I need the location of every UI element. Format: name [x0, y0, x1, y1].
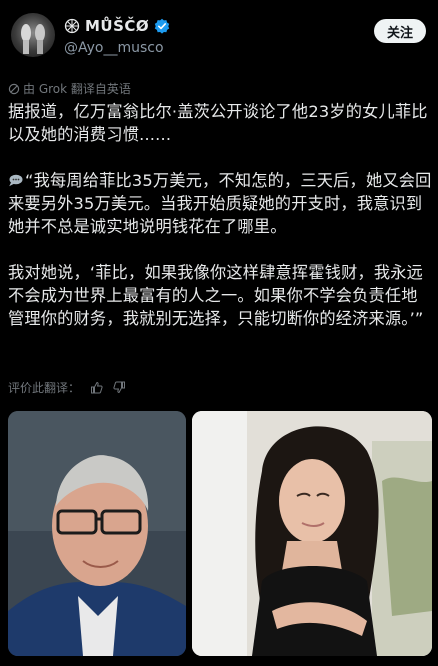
post-paragraph-3: 我对她说，‘菲比，如果我像你这样肆意挥霍钱财，我永远不会成为世界上最富有的人之一… [8, 263, 424, 328]
translation-note[interactable]: 由 Grok 翻译自英语 [8, 80, 131, 97]
grok-icon [8, 83, 20, 95]
post-paragraph-1: 据报道，亿万富翁比尔·盖茨公开谈论了他23岁的女儿菲比以及她的消费习惯.....… [8, 102, 428, 144]
musco-logo-icon [64, 18, 80, 34]
rate-translation-row: 评价此翻译： [8, 379, 126, 396]
media-photo-left[interactable] [8, 411, 186, 656]
name-row: MŮŠČØ [64, 16, 170, 36]
speech-bubble-icon [8, 170, 23, 187]
translation-note-text: 由 Grok 翻译自英语 [23, 82, 131, 96]
post-text: 据报道，亿万富翁比尔·盖茨公开谈论了他23岁的女儿菲比以及她的消费习惯.....… [8, 100, 434, 330]
thumbs-down-icon[interactable] [113, 381, 126, 394]
post-header: MŮŠČØ @Ayo__musco 关注 [0, 0, 438, 78]
media-photo-right[interactable] [192, 411, 432, 656]
post-paragraph-2-wrap: “我每周给菲比35万美元，不知怎的，三天后，她又会回来要另外35万美元。当我开始… [8, 169, 434, 238]
rate-translation-label: 评价此翻译： [8, 381, 81, 395]
post-paragraph-2: “我每周给菲比35万美元，不知怎的，三天后，她又会回来要另外35万美元。当我开始… [8, 171, 432, 236]
follow-button[interactable]: 关注 [374, 19, 426, 43]
display-name[interactable]: MŮŠČØ [85, 17, 149, 35]
thumbs-up-icon[interactable] [90, 381, 103, 394]
handle[interactable]: @Ayo__musco [64, 40, 164, 56]
verified-badge-icon [154, 18, 170, 34]
avatar[interactable] [11, 13, 55, 57]
